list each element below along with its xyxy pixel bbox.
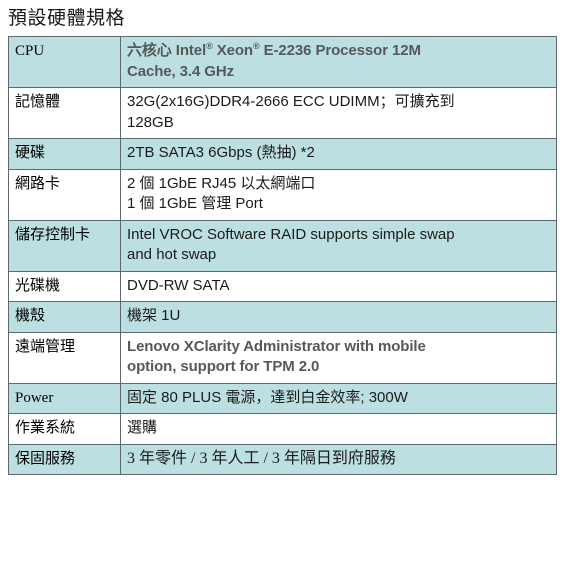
table-row: 作業系統 選購 <box>8 413 557 445</box>
page-title: 預設硬體規格 <box>8 8 126 29</box>
spec-sheet-page: 預設硬體規格 CPU 六核心 Intel® Xeon® E-2236 Proces… <box>0 0 574 580</box>
spec-value-cell: Intel VROC Software RAID supports simple… <box>120 219 557 272</box>
spec-label-cell: Power <box>8 382 121 414</box>
spec-value-line: 機架 1U <box>127 307 181 324</box>
spec-label-cell: 網路卡 <box>8 168 121 221</box>
spec-value-line: Cache, 3.4 GHz <box>127 62 234 80</box>
spec-value-line: 固定 80 PLUS 電源，達到白金效率; 300W <box>127 388 408 406</box>
spec-value-line: 3 年零件 / 3 年人工 / 3 年隔日到府服務 <box>127 449 396 467</box>
spec-value-cell: 2TB SATA3 6Gbps (熱抽) *2 <box>120 138 557 170</box>
spec-value-cell: 3 年零件 / 3 年人工 / 3 年隔日到府服務 <box>120 443 557 475</box>
spec-label-cell: 機殼 <box>8 301 121 333</box>
table-row: CPU 六核心 Intel® Xeon® E-2236 Processor 12M… <box>8 36 557 88</box>
table-row: 網路卡 2 個 1GbE RJ45 以太網端口 1 個 1GbE 管理 Port <box>8 168 557 221</box>
spec-value-line: option, support for TPM 2.0 <box>127 358 320 375</box>
table-row: 遠端管理 Lenovo XClarity Administrator with m… <box>8 331 557 384</box>
hardware-spec-table: CPU 六核心 Intel® Xeon® E-2236 Processor 12M… <box>8 36 557 475</box>
spec-value-cell: 選購 <box>120 413 557 445</box>
spec-value-line: 32G(2x16G)DDR4-2666 ECC UDIMM；可擴充到 <box>127 93 455 110</box>
table-row: Power 固定 80 PLUS 電源，達到白金效率; 300W <box>8 382 557 414</box>
spec-value-cell: 六核心 Intel® Xeon® E-2236 Processor 12M Cac… <box>120 36 557 88</box>
table-row: 儲存控制卡 Intel VROC Software RAID supports s… <box>8 219 557 272</box>
spec-value-line: 1 個 1GbE 管理 Port <box>127 195 263 212</box>
spec-label-cell: CPU <box>8 36 121 88</box>
spec-value-line: and hot swap <box>127 246 217 263</box>
spec-value-line: 2 個 1GbE RJ45 以太網端口 <box>127 174 316 192</box>
spec-value-line: 六核心 Intel® Xeon® E-2236 Processor 12M <box>127 41 421 60</box>
spec-value-cell: Lenovo XClarity Administrator with mobil… <box>120 331 557 384</box>
spec-value-cell: 機架 1U <box>120 301 557 333</box>
spec-value-line: 2TB SATA3 6Gbps (熱抽) *2 <box>127 144 315 161</box>
spec-label-cell: 保固服務 <box>8 443 121 475</box>
table-row: 光碟機 DVD-RW SATA <box>8 270 557 302</box>
spec-table-body: CPU 六核心 Intel® Xeon® E-2236 Processor 12M… <box>8 36 557 475</box>
spec-value-cell: 32G(2x16G)DDR4-2666 ECC UDIMM；可擴充到 128GB <box>120 87 557 139</box>
spec-value-line: DVD-RW SATA <box>127 276 230 294</box>
spec-label-cell: 光碟機 <box>8 270 121 302</box>
spec-value-cell: DVD-RW SATA <box>120 270 557 302</box>
spec-value-line: 128GB <box>127 113 174 131</box>
spec-value-line: Intel VROC Software RAID supports simple… <box>127 225 455 243</box>
spec-label-cell: 記憶體 <box>8 87 121 139</box>
spec-value-cell: 固定 80 PLUS 電源，達到白金效率; 300W <box>120 382 557 414</box>
spec-label-cell: 遠端管理 <box>8 331 121 384</box>
spec-label-cell: 作業系統 <box>8 413 121 445</box>
spec-value-line: 選購 <box>127 419 158 436</box>
table-row: 保固服務 3 年零件 / 3 年人工 / 3 年隔日到府服務 <box>8 443 557 475</box>
table-row: 記憶體 32G(2x16G)DDR4-2666 ECC UDIMM；可擴充到 128… <box>8 87 557 139</box>
spec-label-cell: 儲存控制卡 <box>8 219 121 272</box>
spec-value-cell: 2 個 1GbE RJ45 以太網端口 1 個 1GbE 管理 Port <box>120 168 557 221</box>
table-row: 機殼 機架 1U <box>8 301 557 333</box>
table-row: 硬碟 2TB SATA3 6Gbps (熱抽) *2 <box>8 138 557 170</box>
spec-label-cell: 硬碟 <box>8 138 121 170</box>
spec-value-line: Lenovo XClarity Administrator with mobil… <box>127 337 426 355</box>
